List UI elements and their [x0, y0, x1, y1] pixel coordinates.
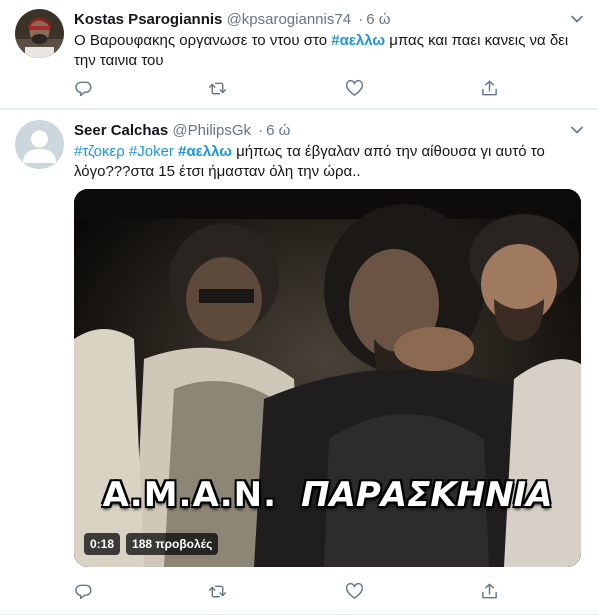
video-views: 188 προβολές: [126, 533, 219, 555]
separator-dot: ·: [358, 11, 364, 28]
tweet-text: #τζοκερ #Joker #αελλω μήπως τα έβγαλαν α…: [74, 142, 584, 182]
avatar[interactable]: [15, 9, 64, 58]
hashtag-link[interactable]: #αελλω: [331, 32, 385, 49]
tweet-actions: [74, 582, 514, 602]
avatar[interactable]: [15, 120, 64, 169]
heart-icon[interactable]: [345, 582, 365, 602]
user-handle[interactable]: @kpsarogiannis74: [227, 11, 351, 28]
display-name[interactable]: Kostas Psarogiannis: [74, 11, 222, 28]
tweet-header: Kostas Psarogiannis @kpsarogiannis74 · 6 …: [74, 10, 558, 30]
hashtag-link[interactable]: #Joker: [129, 143, 174, 160]
caption-right: ΠΑΡΑΣΚΗΝΙΑ: [301, 475, 553, 515]
video-duration: 0:18: [84, 533, 121, 555]
timestamp[interactable]: 6 ώ: [266, 122, 290, 139]
video-caption: Α.Μ.Α.Ν. ΠΑΡΑΣΚΗΝΙΑ: [74, 475, 581, 515]
tweet[interactable]: Kostas Psarogiannis @kpsarogiannis74 · 6 …: [0, 0, 598, 109]
reply-icon[interactable]: [74, 582, 94, 602]
heart-icon[interactable]: [345, 79, 365, 99]
reply-icon[interactable]: [74, 79, 94, 99]
chevron-down-icon[interactable]: [570, 12, 584, 26]
separator-dot: ·: [258, 122, 264, 139]
tweet-header: Seer Calchas @PhilipsGk · 6 ώ: [74, 121, 558, 141]
tweet-text-part: Ο Βαρουφακης οργανωσε το ντου στο: [74, 32, 332, 49]
retweet-icon[interactable]: [208, 79, 228, 99]
retweet-icon[interactable]: [208, 582, 228, 602]
hashtag-link[interactable]: #τζοκερ: [74, 143, 125, 160]
user-handle[interactable]: @PhilipsGk: [172, 122, 251, 139]
video-meta: 0:18 188 προβολές: [84, 533, 219, 555]
share-icon[interactable]: [480, 79, 500, 99]
tweet-text: Ο Βαρουφακης οργανωσε το ντου στο #αελλω…: [74, 31, 584, 71]
tweet-actions: [74, 79, 514, 99]
timestamp[interactable]: 6 ώ: [366, 11, 390, 28]
caption-left: Α.Μ.Α.Ν.: [102, 475, 278, 515]
display-name[interactable]: Seer Calchas: [74, 122, 168, 139]
video-player[interactable]: Α.Μ.Α.Ν. ΠΑΡΑΣΚΗΝΙΑ 0:18 188 προβολές: [74, 189, 581, 567]
hashtag-link[interactable]: #αελλω: [178, 143, 232, 160]
share-icon[interactable]: [480, 582, 500, 602]
chevron-down-icon[interactable]: [570, 123, 584, 137]
